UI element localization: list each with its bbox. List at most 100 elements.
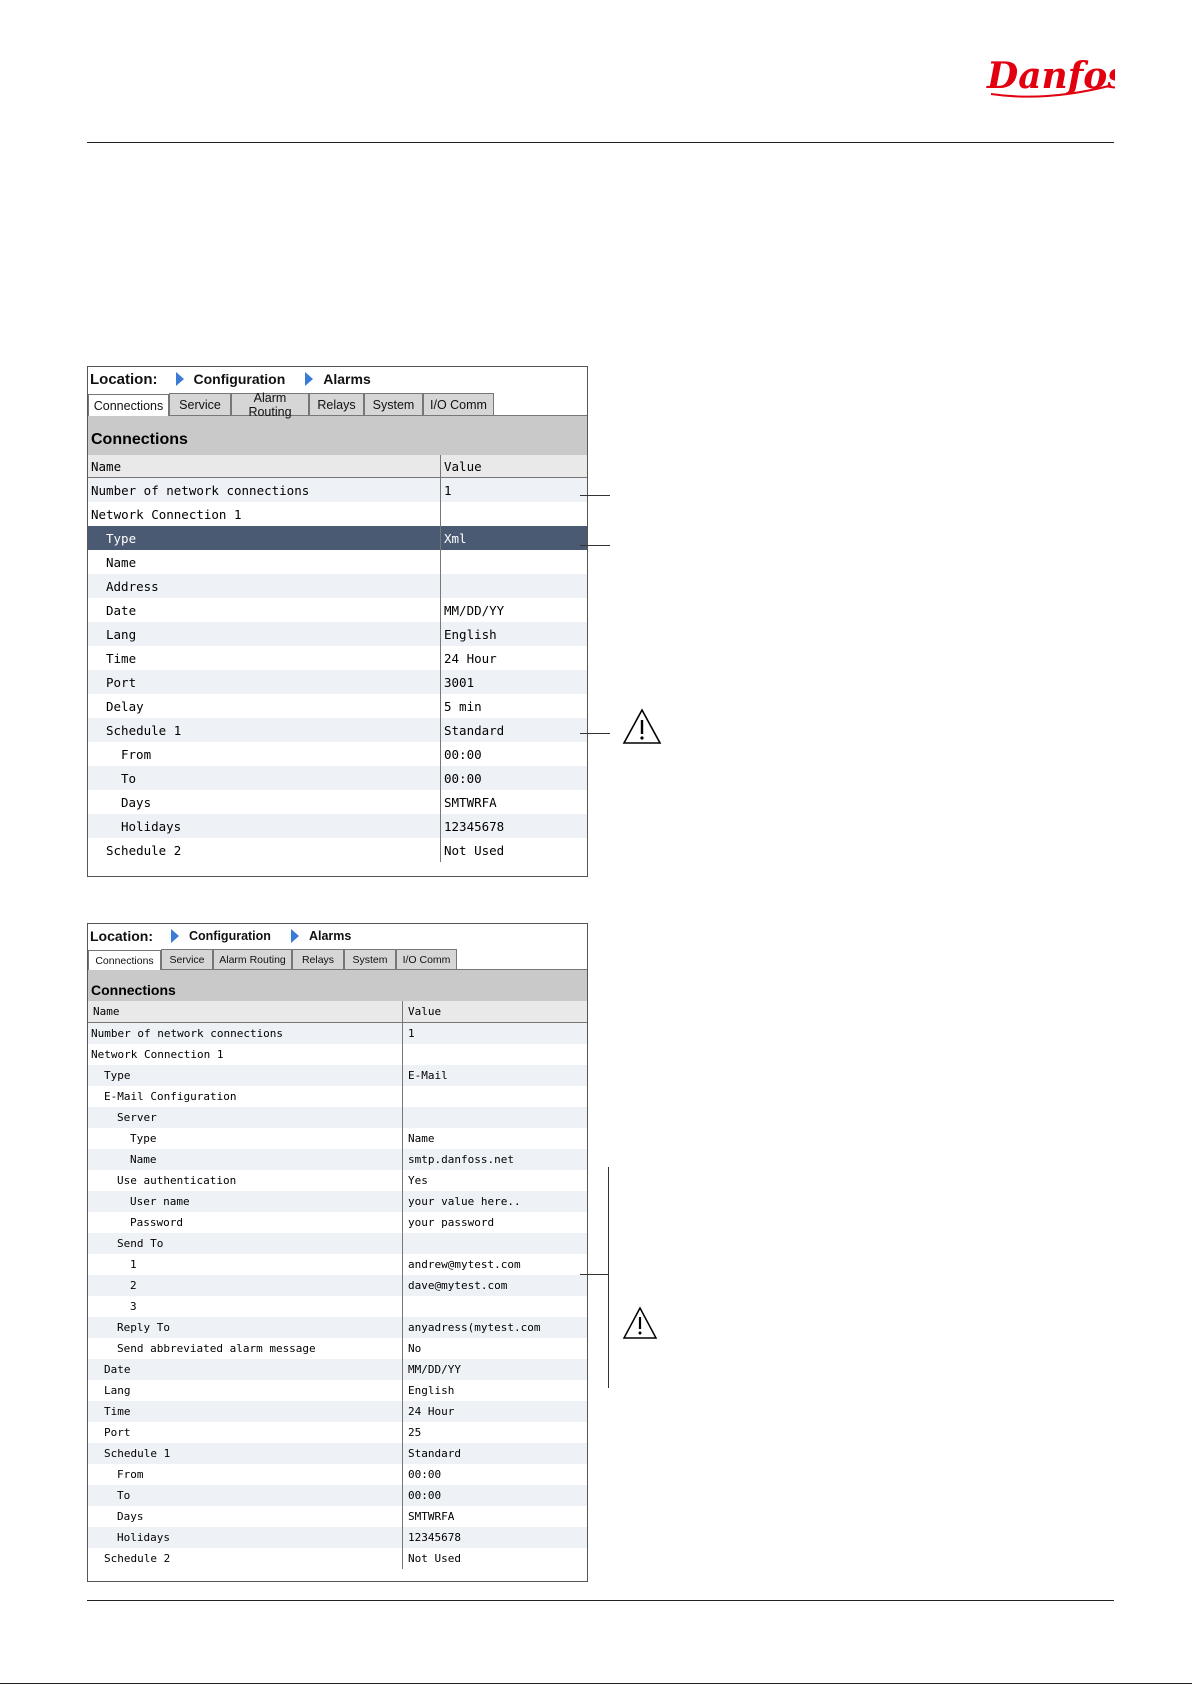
row-value[interactable]: anyadress(mytest.com	[402, 1317, 587, 1338]
table-row[interactable]: 1 andrew@mytest.com	[88, 1254, 587, 1275]
breadcrumb-configuration[interactable]: Configuration	[194, 371, 286, 387]
column-header-name[interactable]: Name	[88, 455, 441, 478]
row-value[interactable]: MM/DD/YY	[402, 1359, 587, 1380]
tab-relays[interactable]: Relays	[309, 393, 364, 415]
table-row[interactable]: From 00:00	[88, 742, 587, 766]
table-row[interactable]: Network Connection 1	[88, 1044, 587, 1065]
row-value[interactable]	[440, 574, 587, 598]
row-value[interactable]: 1	[402, 1022, 587, 1044]
table-row[interactable]: Name	[88, 550, 587, 574]
row-value[interactable]: 12345678	[402, 1527, 587, 1548]
row-value[interactable]: dave@mytest.com	[402, 1275, 587, 1296]
row-value[interactable]: Standard	[440, 718, 587, 742]
table-row[interactable]: Use authentication Yes	[88, 1170, 587, 1191]
row-value[interactable]: SMTWRFA	[441, 790, 588, 814]
row-value[interactable]: No	[403, 1338, 588, 1359]
row-value[interactable]	[403, 1086, 588, 1107]
tab-service[interactable]: Service	[169, 393, 231, 415]
table-row[interactable]: Time 24 Hour	[88, 646, 587, 670]
tab-alarm-routing[interactable]: Alarm Routing	[231, 391, 309, 419]
table-row[interactable]: 3	[88, 1296, 587, 1317]
table-row[interactable]: Type Name	[88, 1128, 587, 1149]
table-row[interactable]: Lang English	[88, 1380, 587, 1401]
row-value[interactable]: 00:00	[440, 766, 587, 790]
tab-io-comm[interactable]: I/O Comm	[423, 393, 494, 415]
row-value[interactable]	[402, 1233, 587, 1254]
row-value[interactable]: Standard	[402, 1443, 587, 1464]
table-row[interactable]: Number of network connections 1	[88, 1022, 587, 1044]
table-row[interactable]: Holidays 12345678	[88, 1527, 587, 1548]
row-value[interactable]: Not Used	[403, 1548, 588, 1569]
row-value[interactable]: 00:00	[402, 1485, 587, 1506]
table-row[interactable]: Lang English	[88, 622, 587, 646]
row-value[interactable]: andrew@mytest.com	[403, 1254, 588, 1275]
table-row[interactable]: Network Connection 1	[88, 502, 587, 526]
table-row[interactable]: E-Mail Configuration	[88, 1086, 587, 1107]
row-value[interactable]: E-Mail	[402, 1065, 587, 1086]
table-row[interactable]: 2 dave@mytest.com	[88, 1275, 587, 1296]
column-header-value[interactable]: Value	[440, 455, 587, 478]
row-value[interactable]: 00:00	[441, 742, 588, 766]
row-value[interactable]: 25	[403, 1422, 588, 1443]
table-row[interactable]: Time 24 Hour	[88, 1401, 587, 1422]
column-header-name[interactable]: Name	[88, 1001, 403, 1023]
table-row[interactable]: To 00:00	[88, 1485, 587, 1506]
row-value[interactable]: MM/DD/YY	[441, 598, 588, 622]
row-value[interactable]	[403, 1296, 588, 1317]
tab-io-comm[interactable]: I/O Comm	[396, 949, 457, 969]
row-value[interactable]: 5 min	[441, 694, 588, 718]
table-row[interactable]: Type Xml	[88, 526, 587, 550]
table-row[interactable]: From 00:00	[88, 1464, 587, 1485]
table-row[interactable]: Number of network connections 1	[88, 477, 587, 502]
row-value[interactable]: Xml	[440, 526, 587, 550]
table-row[interactable]: Schedule 1 Standard	[88, 1443, 587, 1464]
table-row[interactable]: Address	[88, 574, 587, 598]
table-row[interactable]: Server	[88, 1107, 587, 1128]
table-row[interactable]: Schedule 1 Standard	[88, 718, 587, 742]
row-value[interactable]: your value here..	[402, 1191, 587, 1212]
table-row[interactable]: Reply To anyadress(mytest.com	[88, 1317, 587, 1338]
table-row[interactable]: Holidays 12345678	[88, 814, 587, 838]
row-value[interactable]: 24 Hour	[441, 646, 588, 670]
row-value[interactable]: smtp.danfoss.net	[402, 1149, 587, 1170]
tab-alarm-routing[interactable]: Alarm Routing	[213, 949, 292, 969]
row-value[interactable]: SMTWRFA	[403, 1506, 588, 1527]
row-value[interactable]: Name	[403, 1128, 588, 1149]
row-value[interactable]	[441, 550, 588, 574]
table-row[interactable]: Delay 5 min	[88, 694, 587, 718]
table-row[interactable]: Date MM/DD/YY	[88, 598, 587, 622]
row-value[interactable]: 3001	[440, 670, 587, 694]
row-value[interactable]: 00:00	[403, 1464, 588, 1485]
row-value[interactable]: 12345678	[440, 814, 587, 838]
row-value[interactable]	[402, 1107, 587, 1128]
tab-connections[interactable]: Connections	[88, 950, 161, 970]
table-row[interactable]: Schedule 2 Not Used	[88, 838, 587, 862]
table-row[interactable]: Port 3001	[88, 670, 587, 694]
table-row[interactable]: Days SMTWRFA	[88, 1506, 587, 1527]
table-row[interactable]: Schedule 2 Not Used	[88, 1548, 587, 1569]
row-value[interactable]: 24 Hour	[402, 1401, 587, 1422]
tab-connections[interactable]: Connections	[88, 394, 169, 416]
row-value[interactable]: English	[403, 1380, 588, 1401]
table-row[interactable]: Type E-Mail	[88, 1065, 587, 1086]
table-row[interactable]: To 00:00	[88, 766, 587, 790]
table-row[interactable]: Date MM/DD/YY	[88, 1359, 587, 1380]
column-header-value[interactable]: Value	[402, 1001, 587, 1023]
breadcrumb-alarms[interactable]: Alarms	[323, 371, 370, 387]
row-value[interactable]	[441, 502, 588, 526]
tab-relays[interactable]: Relays	[292, 949, 344, 969]
row-value[interactable]: English	[440, 622, 587, 646]
table-row[interactable]: Days SMTWRFA	[88, 790, 587, 814]
table-row[interactable]: Name smtp.danfoss.net	[88, 1149, 587, 1170]
row-value[interactable]: Yes	[403, 1170, 588, 1191]
table-row[interactable]: Port 25	[88, 1422, 587, 1443]
row-value[interactable]: your password	[403, 1212, 588, 1233]
breadcrumb-configuration[interactable]: Configuration	[189, 929, 271, 943]
tab-service[interactable]: Service	[161, 949, 213, 969]
tab-system[interactable]: System	[344, 949, 396, 969]
table-row[interactable]: Send To	[88, 1233, 587, 1254]
breadcrumb-alarms[interactable]: Alarms	[309, 929, 351, 943]
table-row[interactable]: Send abbreviated alarm message No	[88, 1338, 587, 1359]
table-row[interactable]: User name your value here..	[88, 1191, 587, 1212]
row-value[interactable]: 1	[440, 477, 587, 502]
